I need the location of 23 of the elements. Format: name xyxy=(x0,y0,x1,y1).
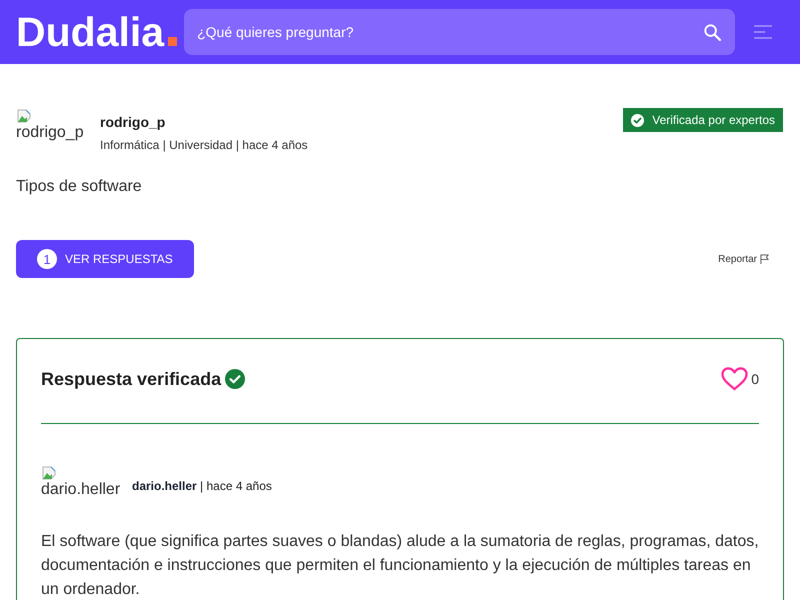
like-count: 0 xyxy=(751,371,759,387)
search-icon[interactable] xyxy=(704,24,722,41)
question-text: Tipos de software xyxy=(16,177,142,197)
badge-label: Verificada por expertos xyxy=(652,113,775,127)
avatar-alt-text: dario.heller xyxy=(41,480,120,499)
logo-link[interactable]: Dudalia xyxy=(16,10,178,54)
broken-image-icon xyxy=(42,466,56,480)
username-link[interactable]: rodrigo_p xyxy=(100,113,166,131)
flag-icon xyxy=(760,254,769,264)
search-field[interactable]: ¿Qué quieres preguntar? xyxy=(184,9,736,55)
broken-image-icon xyxy=(17,109,31,123)
answer-text: El software (que significa partes suaves o blandas) alude a la sumatoria de reglas, programas, datos, documentación e instrucciones que permiten el funcionamiento y la ejecución de múltiples tareas en un ordenador. xyxy=(41,532,759,600)
answer-count: 1 xyxy=(37,249,57,269)
see-answers-button[interactable]: 1 VER RESPUESTAS xyxy=(16,240,194,278)
check-circle-icon xyxy=(631,114,644,126)
answer-title: Respuesta verificada xyxy=(41,368,222,390)
answer-meta: | hace 4 años xyxy=(200,479,272,493)
username-link[interactable]: dario.heller xyxy=(132,479,197,493)
avatar-alt-text: rodrigo_p xyxy=(16,123,84,142)
heart-icon[interactable] xyxy=(721,367,748,391)
report-link[interactable]: Reportar xyxy=(718,254,769,264)
menu-icon[interactable] xyxy=(754,25,772,39)
question-meta: Informática | Universidad | hace 4 años xyxy=(100,137,308,153)
